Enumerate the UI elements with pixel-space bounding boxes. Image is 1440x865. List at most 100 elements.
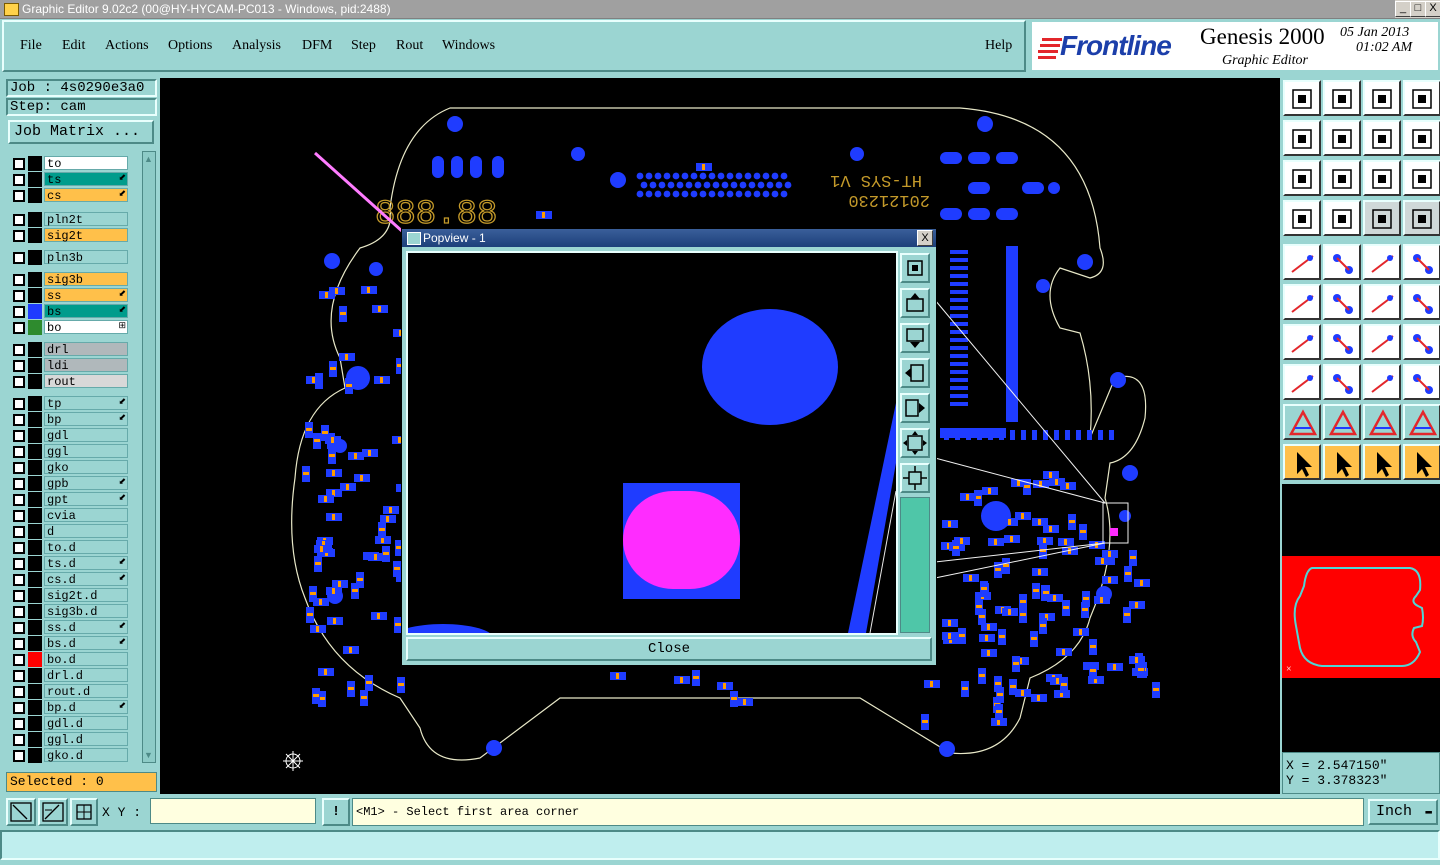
- layer-name[interactable]: pln3b: [44, 250, 128, 265]
- zoom-fit-tool-button[interactable]: [1283, 160, 1321, 196]
- layer-name[interactable]: ts: [44, 172, 128, 187]
- popview-zoom-out-button[interactable]: [900, 463, 930, 493]
- layer-name[interactable]: ss: [44, 288, 128, 303]
- layer-row[interactable]: rout.d: [8, 684, 130, 699]
- layer-color-swatch[interactable]: [28, 342, 42, 357]
- layer-row[interactable]: gpb ⬋: [8, 476, 130, 491]
- multi-pad-tool-button[interactable]: [1403, 364, 1440, 400]
- scroll-down-icon[interactable]: ▼: [144, 750, 153, 760]
- layer-row[interactable]: cs.d ⬋: [8, 572, 130, 587]
- add-circle-tool-button[interactable]: [1403, 244, 1440, 280]
- help-query-tool-button[interactable]: [1403, 160, 1440, 196]
- layer-color-swatch[interactable]: [28, 444, 42, 459]
- layer-checkbox[interactable]: [13, 718, 25, 730]
- pan-left-tool-button[interactable]: [1283, 120, 1321, 156]
- units-selector[interactable]: Inch ▬: [1368, 799, 1438, 825]
- layer-row[interactable]: ldi: [8, 358, 130, 373]
- layer-row[interactable]: to: [8, 156, 130, 171]
- layer-row[interactable]: sig3b: [8, 272, 130, 287]
- layer-checkbox[interactable]: [13, 414, 25, 426]
- layer-row[interactable]: gpt ⬋: [8, 492, 130, 507]
- layer-name[interactable]: gdl: [44, 428, 128, 443]
- slope-line-tool-button[interactable]: [1323, 324, 1361, 360]
- menu-windows[interactable]: Windows: [442, 38, 495, 54]
- copy-node-tool-button[interactable]: [1403, 284, 1440, 320]
- layer-name[interactable]: ldi: [44, 358, 128, 373]
- layer-row[interactable]: gdl: [8, 428, 130, 443]
- layer-color-swatch[interactable]: [28, 428, 42, 443]
- layer-color-swatch[interactable]: [28, 492, 42, 507]
- layer-checkbox[interactable]: [13, 590, 25, 602]
- layer-color-swatch[interactable]: [28, 304, 42, 319]
- layer-color-swatch[interactable]: [28, 358, 42, 373]
- layer-name[interactable]: gdl.d: [44, 716, 128, 731]
- layer-name[interactable]: gpt: [44, 492, 128, 507]
- layer-checkbox[interactable]: [13, 526, 25, 538]
- triangle-line-tool-button[interactable]: [1323, 404, 1361, 440]
- arc-tool-tool-button[interactable]: [1363, 324, 1401, 360]
- popview-close-icon[interactable]: X: [917, 230, 933, 246]
- layer-name[interactable]: ggl.d: [44, 732, 128, 747]
- layer-row[interactable]: ggl: [8, 444, 130, 459]
- menu-rout[interactable]: Rout: [396, 38, 423, 54]
- layer-row[interactable]: ss.d ⬋: [8, 620, 130, 635]
- layer-name[interactable]: ggl: [44, 444, 128, 459]
- popview-pan-down-button[interactable]: [900, 323, 930, 353]
- layer-row[interactable]: cs ⬋: [8, 188, 130, 203]
- layer-name[interactable]: to.d: [44, 540, 128, 555]
- layer-row[interactable]: pln3b: [8, 250, 130, 265]
- menu-options[interactable]: Options: [168, 38, 212, 54]
- line-select-tool-button[interactable]: [1323, 364, 1361, 400]
- minimize-button[interactable]: _: [1395, 1, 1411, 17]
- measure-button[interactable]: [38, 798, 68, 826]
- layer-color-swatch[interactable]: [28, 668, 42, 683]
- snap-button[interactable]: [6, 798, 36, 826]
- layer-checkbox[interactable]: [13, 306, 25, 318]
- layer-name[interactable]: drl: [44, 342, 128, 357]
- job-matrix-button[interactable]: Job Matrix ...: [8, 120, 154, 144]
- layer-color-swatch[interactable]: [28, 476, 42, 491]
- layer-checkbox[interactable]: [13, 214, 25, 226]
- layer-color-swatch[interactable]: [28, 540, 42, 555]
- layer-name[interactable]: bp.d: [44, 700, 128, 715]
- scroll-up-icon[interactable]: ▲: [144, 154, 153, 164]
- layer-checkbox[interactable]: [13, 510, 25, 522]
- zoom-home-tool-button[interactable]: [1283, 80, 1321, 116]
- layer-name[interactable]: bp: [44, 412, 128, 427]
- mirror-text-tool-button[interactable]: [1403, 324, 1440, 360]
- pointer-select-tool-button[interactable]: [1283, 444, 1321, 480]
- layer-color-swatch[interactable]: [28, 460, 42, 475]
- layer-color-swatch[interactable]: [28, 556, 42, 571]
- layer-list-scrollbar[interactable]: ▲ ▼: [142, 151, 156, 763]
- layer-name[interactable]: bs: [44, 304, 128, 319]
- layer-checkbox[interactable]: [13, 542, 25, 554]
- layer-name[interactable]: sig3b: [44, 272, 128, 287]
- layer-checkbox[interactable]: [13, 558, 25, 570]
- layer-row[interactable]: sig2t: [8, 228, 130, 243]
- layer-name[interactable]: pln2t: [44, 212, 128, 227]
- xy-input[interactable]: [150, 798, 316, 824]
- ruler-tool-button[interactable]: [1363, 244, 1401, 280]
- grid-view-tool-button[interactable]: [1323, 200, 1361, 236]
- layer-color-swatch[interactable]: [28, 604, 42, 619]
- undo-view-tool-button[interactable]: [1363, 120, 1401, 156]
- layer-name[interactable]: cvia: [44, 508, 128, 523]
- layer-row[interactable]: gdl.d: [8, 716, 130, 731]
- layer-name[interactable]: cs.d: [44, 572, 128, 587]
- layer-row[interactable]: bs.d ⬋: [8, 636, 130, 651]
- layer-row[interactable]: to.d: [8, 540, 130, 555]
- layer-row[interactable]: bp ⬋: [8, 412, 130, 427]
- layer-row[interactable]: d: [8, 524, 130, 539]
- layer-name[interactable]: gko: [44, 460, 128, 475]
- layer-name[interactable]: ts.d: [44, 556, 128, 571]
- popview-zoom-fit-button[interactable]: [900, 253, 930, 283]
- ratio-1-2-tool-button[interactable]: [1363, 160, 1401, 196]
- layer-color-swatch[interactable]: [28, 748, 42, 763]
- layer-color-swatch[interactable]: [28, 684, 42, 699]
- layer-row[interactable]: ss ⬋: [8, 288, 130, 303]
- pointer-box-tool-button[interactable]: [1323, 444, 1361, 480]
- close-window-button[interactable]: X: [1425, 1, 1440, 17]
- layer-name[interactable]: sig2t: [44, 228, 128, 243]
- grid-button[interactable]: [70, 798, 98, 826]
- pan-down-tool-button[interactable]: [1323, 80, 1361, 116]
